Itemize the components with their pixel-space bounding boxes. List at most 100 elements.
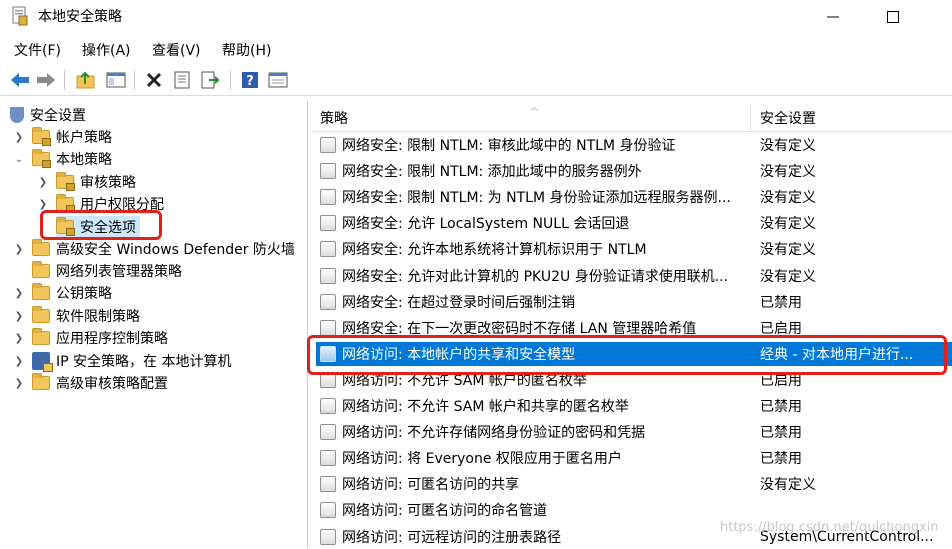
tree-label: 应用程序控制策略 [56,331,168,347]
title-bar: 本地安全策略 [0,0,952,34]
policy-row[interactable]: 网络访问: 可匿名访问的共享 没有定义 [316,472,952,496]
policy-name: 网络访问: 不允许 SAM 帐户和共享的匿名枚举 [342,399,629,415]
tree-item-public-key[interactable]: ❯ 公钥策略 [12,282,112,304]
folder-icon [32,261,50,278]
up-button[interactable] [74,68,98,92]
policy-row[interactable]: 网络安全: 限制 NTLM: 为 NTLM 身份验证添加远程服务器例... 没有定… [316,185,952,209]
ip-security-icon [32,352,53,372]
folder-lock-icon [56,194,75,213]
policy-setting: 没有定义 [760,190,816,207]
tree-label: 帐户策略 [56,130,112,146]
chevron-right-icon[interactable]: ❯ [12,244,26,255]
folder-icon [32,239,50,256]
chevron-right-icon[interactable]: ❯ [36,177,50,188]
column-header-policy[interactable]: 策略 [320,108,348,128]
folder-icon [32,373,50,390]
menu-file[interactable]: 文件(F) [14,40,61,60]
folder-lock-icon [32,127,51,146]
menu-view[interactable]: 查看(V) [152,40,201,60]
policy-row[interactable]: 网络安全: 允许 LocalSystem NULL 会话回退 没有定义 [316,211,952,235]
window-title: 本地安全策略 [38,9,122,25]
minimize-icon [827,16,839,18]
policy-row[interactable]: 网络访问: 将 Everyone 权限应用于匿名用户 已禁用 [316,446,952,470]
tree-item-software-restriction[interactable]: ❯ 软件限制策略 [12,305,140,327]
menu-action[interactable]: 操作(A) [82,40,131,60]
policy-icon [320,424,336,441]
chevron-right-icon[interactable]: ❯ [12,378,26,389]
policy-icon [320,502,336,519]
svg-text:?: ? [246,74,254,89]
menu-help[interactable]: 帮助(H) [222,40,271,60]
policy-row[interactable]: 网络访问: 可匿名访问的命名管道 [316,498,952,522]
list-header: 策略 安全设置 [312,104,952,132]
policy-name: 网络安全: 在超过登录时间后强制注销 [342,294,576,311]
properties-icon [174,71,190,89]
tree-item-firewall[interactable]: ❯ 高级安全 Windows Defender 防火墙 [12,238,295,260]
policy-list-pane: 策略 安全设置 网络安全: 限制 NTLM: 审核此域中的 NTLM 身份验证没… [312,100,952,548]
tree-item-account-policy[interactable]: ❯ 帐户策略 [12,126,112,148]
column-divider[interactable] [750,104,751,132]
policy-row[interactable]: 网络安全: 限制 NTLM: 审核此域中的 NTLM 身份验证 没有定义 [316,133,952,157]
policy-setting: 已禁用 [760,451,802,468]
policy-row[interactable]: 网络安全: 限制 NTLM: 添加此域中的服务器例外 没有定义 [316,159,952,183]
view-button[interactable] [266,68,290,92]
policy-setting: 没有定义 [760,138,816,154]
chevron-right-icon[interactable]: ❯ [12,356,26,367]
policy-name: 网络安全: 限制 NTLM: 添加此域中的服务器例外 [342,164,642,181]
toolbar-separator [64,70,65,90]
policy-icon [320,528,336,545]
maximize-button[interactable] [870,4,916,30]
tree-label: 安全设置 [30,108,86,124]
tree-label: 本地策略 [56,152,112,168]
tree-item-ip-security[interactable]: ❯ IP 安全策略，在 本地计算机 [12,350,231,372]
policy-setting: 已禁用 [760,294,802,311]
chevron-right-icon[interactable]: ❯ [36,199,50,210]
menu-bar: 文件(F) 操作(A) 查看(V) 帮助(H) [0,36,952,62]
forward-button[interactable] [34,68,58,92]
chevron-right-icon[interactable]: ❯ [12,132,26,143]
policy-name: 网络访问: 可匿名访问的命名管道 [342,503,548,520]
policy-name: 网络安全: 限制 NTLM: 为 NTLM 身份验证添加远程服务器例... [342,190,731,207]
tree-item-network-list[interactable]: 网络列表管理器策略 [12,260,182,282]
policy-row[interactable]: 网络安全: 允许对此计算机的 PKU2U 身份验证请求使用联机... 没有定义 [316,264,952,288]
chevron-right-icon[interactable]: ❯ [12,333,26,344]
tree-label: 软件限制策略 [56,309,140,325]
policy-setting: 没有定义 [760,242,816,259]
policy-setting: 没有定义 [760,216,816,233]
tree-item-advanced-audit[interactable]: ❯ 高级审核策略配置 [12,372,168,394]
policy-name: 网络访问: 不允许存储网络身份验证的密码和凭据 [342,425,646,442]
policy-row[interactable]: 网络安全: 在超过登录时间后强制注销 已禁用 [316,290,952,314]
policy-row[interactable]: 网络安全: 允许本地系统将计算机标识用于 NTLM 没有定义 [316,237,952,261]
forward-icon [37,73,55,87]
policy-name: 网络安全: 限制 NTLM: 审核此域中的 NTLM 身份验证 [342,138,676,154]
help-button[interactable]: ? [238,68,262,92]
tree-label: 公钥策略 [56,286,112,302]
export-list-icon [201,71,220,89]
delete-button[interactable] [142,68,166,92]
back-button[interactable] [8,68,32,92]
chevron-right-icon[interactable]: ❯ [12,288,26,299]
column-header-setting[interactable]: 安全设置 [760,108,816,128]
chevron-down-icon[interactable]: ⌄ [12,154,26,165]
tree-item-app-control[interactable]: ❯ 应用程序控制策略 [12,327,168,349]
properties-button[interactable] [170,68,194,92]
toolbar: ? [0,64,952,96]
tree-label: 审核策略 [80,175,136,191]
app-icon [12,6,28,26]
show-hide-tree-icon [106,72,126,88]
tree-item-local-policy[interactable]: ⌄ 本地策略 [12,148,112,170]
folder-lock-icon [56,172,75,191]
tree-root-security-settings[interactable]: 安全设置 [10,104,86,126]
tree-item-audit-policy[interactable]: ❯ 审核策略 [36,171,136,193]
policy-row[interactable]: 网络访问: 不允许 SAM 帐户和共享的匿名枚举 已禁用 [316,394,952,418]
export-list-button[interactable] [198,68,222,92]
show-hide-tree-button[interactable] [104,68,128,92]
annotation-highlight-box [40,210,162,240]
minimize-button[interactable] [810,4,856,30]
chevron-right-icon[interactable]: ❯ [12,311,26,322]
policy-row[interactable]: 网络访问: 不允许存储网络身份验证的密码和凭据 已禁用 [316,420,952,444]
policy-icon [320,163,336,180]
up-folder-icon [76,71,95,89]
policy-name: 网络安全: 允许 LocalSystem NULL 会话回退 [342,216,630,233]
watermark: https://blog.csdn.net/qulchongxin [720,520,939,535]
